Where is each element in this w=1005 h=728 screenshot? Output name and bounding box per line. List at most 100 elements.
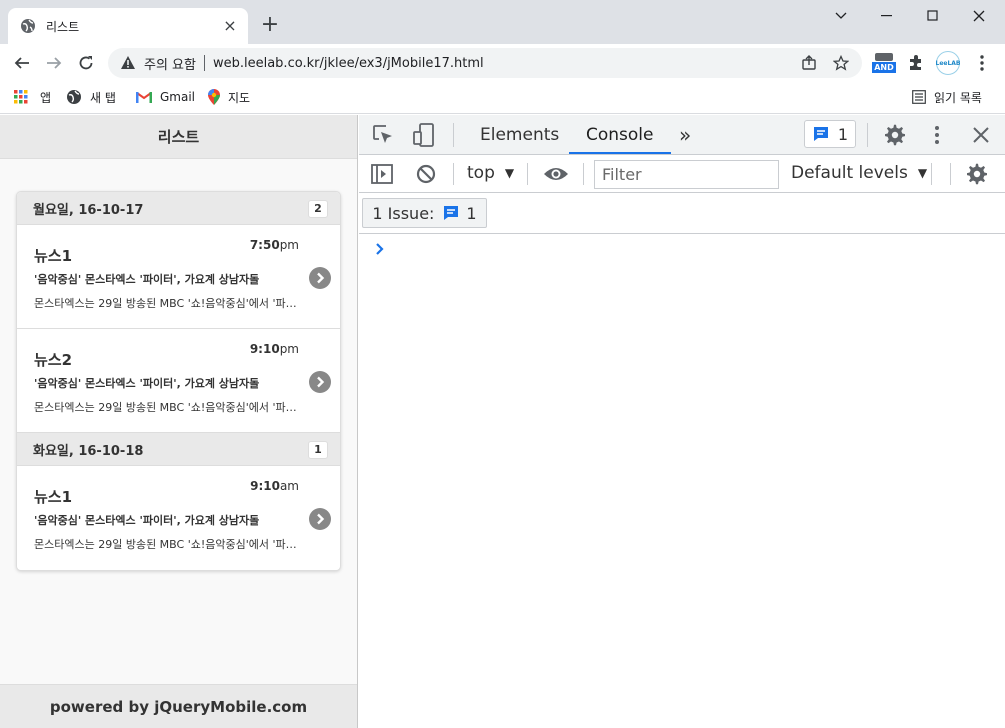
- url-text[interactable]: web.leelab.co.kr/jklee/ex3/jMobile17.htm…: [213, 56, 786, 71]
- issues-count: 1: [466, 203, 477, 223]
- issues-button[interactable]: 1 Issue: 1: [362, 198, 487, 228]
- item-time: 9:10am: [250, 479, 299, 493]
- devtools-tabbar: Elements Console » 1: [359, 115, 1005, 155]
- mobile-page: 리스트 월요일, 16-10-17 2 뉴스1 7:50pm '음악중심' 몬스…: [0, 115, 358, 728]
- globe-icon: [67, 90, 81, 104]
- clear-console-icon[interactable]: [415, 163, 437, 185]
- share-icon[interactable]: [800, 54, 818, 72]
- tab-elements[interactable]: Elements: [480, 115, 559, 154]
- warning-triangle-icon[interactable]: [120, 55, 136, 71]
- leelab-extension-button[interactable]: LeeLAB: [935, 51, 961, 75]
- page-header: 리스트: [0, 115, 357, 159]
- back-button[interactable]: [12, 53, 32, 73]
- forward-button[interactable]: [44, 53, 64, 73]
- toolbar-divider: [950, 163, 951, 185]
- tab-title: 리스트: [46, 19, 80, 34]
- bookmark-gmail[interactable]: Gmail: [136, 87, 195, 107]
- tab-console[interactable]: Console: [569, 115, 670, 154]
- minimize-menu-chevron-icon[interactable]: [818, 0, 864, 32]
- list-divider: 월요일, 16-10-17 2: [17, 192, 340, 225]
- browser-tab[interactable]: 리스트 ×: [8, 8, 248, 44]
- message-icon: [444, 206, 459, 220]
- console-toolbar: top ▼ Default levels ▼: [359, 155, 1005, 193]
- toolbar-divider: [583, 163, 584, 185]
- leelab-logo: LeeLAB: [936, 51, 961, 75]
- item-description: 몬스타엑스는 29일 방송된 MBC '쇼!음악중심'에서 '파이터'를 열창했…: [34, 538, 304, 551]
- bookmark-new-tab[interactable]: 새 탭: [66, 87, 116, 107]
- issues-counter-button[interactable]: 1: [804, 120, 856, 148]
- item-time: 7:50pm: [249, 238, 299, 252]
- item-headline: '음악중심' 몬스타엑스 '파이터', 가요계 상남자돌: [34, 514, 260, 527]
- log-levels-dropdown[interactable]: Default levels ▼: [791, 163, 927, 183]
- bookmark-maps[interactable]: 지도: [208, 87, 250, 107]
- levels-label: Default levels: [791, 163, 908, 183]
- bookmark-apps[interactable]: 앱: [14, 87, 51, 107]
- maximize-button[interactable]: [910, 0, 956, 32]
- context-label: top: [467, 163, 495, 183]
- new-tab-button[interactable]: +: [259, 14, 281, 36]
- page-footer: powered by jQueryMobile.com: [0, 684, 357, 728]
- footer-text: powered by jQueryMobile.com: [49, 697, 308, 716]
- puzzle-icon: [910, 55, 921, 70]
- list-item[interactable]: 뉴스1 7:50pm '음악중심' 몬스타엑스 '파이터', 가요계 상남자돌 …: [17, 225, 340, 329]
- item-title: 뉴스1: [34, 247, 73, 265]
- message-icon: [813, 127, 828, 141]
- divider-label: 화요일, 16-10-18: [33, 443, 144, 459]
- toolbar-divider: [931, 163, 932, 185]
- context-selector[interactable]: top ▼: [467, 163, 514, 183]
- reading-list-label: 읽기 목록: [934, 90, 982, 105]
- devtools-menu-icon[interactable]: [929, 123, 945, 147]
- listview: 월요일, 16-10-17 2 뉴스1 7:50pm '음악중심' 몬스타엑스 …: [16, 191, 341, 571]
- reading-list-icon: [912, 90, 926, 104]
- reading-list-button[interactable]: 읽기 목록: [912, 87, 982, 107]
- toolbar-divider: [867, 123, 868, 147]
- extension-and-label: AND: [874, 63, 894, 72]
- close-window-button[interactable]: [956, 0, 1002, 32]
- live-expression-eye-icon[interactable]: [543, 163, 569, 185]
- issues-bar: 1 Issue: 1: [359, 193, 1005, 234]
- list-item[interactable]: 뉴스2 9:10pm '음악중심' 몬스타엑스 '파이터', 가요계 상남자돌 …: [17, 329, 340, 433]
- arrow-right-icon: [309, 371, 331, 393]
- extensions-puzzle-button[interactable]: [906, 52, 926, 74]
- bookmark-label: 지도: [228, 90, 251, 105]
- list-divider: 화요일, 16-10-18 1: [17, 433, 340, 466]
- toolbar-divider: [453, 123, 454, 147]
- globe-icon: [21, 19, 35, 33]
- browser-menu-button[interactable]: [972, 52, 992, 74]
- reload-button[interactable]: [76, 53, 96, 73]
- gmail-icon: [136, 92, 152, 103]
- show-sidebar-icon[interactable]: [370, 163, 394, 185]
- console-prompt-chevron-icon[interactable]: [373, 241, 389, 257]
- extension-and-button[interactable]: AND: [871, 52, 897, 74]
- item-time: 9:10pm: [249, 342, 299, 356]
- security-status[interactable]: 주의 요함: [144, 54, 196, 73]
- address-bar[interactable]: 주의 요함 web.leelab.co.kr/jklee/ex3/jMobile…: [108, 48, 862, 78]
- item-description: 몬스타엑스는 29일 방송된 MBC '쇼!음악중심'에서 '파이터'를 열창했…: [34, 401, 304, 414]
- item-title: 뉴스1: [34, 488, 73, 506]
- device-toolbar-icon[interactable]: [411, 122, 437, 148]
- forward-arrow-icon: [47, 57, 62, 69]
- filter-input[interactable]: [594, 160, 779, 189]
- issues-counter-label: 1: [837, 124, 849, 144]
- item-title: 뉴스2: [34, 351, 73, 369]
- caret-down-icon: ▼: [917, 166, 928, 180]
- bookmark-label: Gmail: [160, 90, 196, 104]
- console-settings-gear-icon[interactable]: [965, 162, 989, 186]
- list-item[interactable]: 뉴스1 9:10am '음악중심' 몬스타엑스 '파이터', 가요계 상남자돌 …: [17, 466, 340, 570]
- settings-gear-icon[interactable]: [883, 123, 907, 147]
- toolbar-divider: [527, 163, 528, 185]
- more-tabs-chevron-icon[interactable]: »: [679, 115, 691, 154]
- omnibox-divider: [203, 55, 205, 71]
- tab-close-icon[interactable]: ×: [222, 18, 238, 34]
- browser-toolbar: 주의 요함 web.leelab.co.kr/jklee/ex3/jMobile…: [0, 44, 1005, 82]
- minimize-button[interactable]: [864, 0, 910, 32]
- apps-grid-icon: [14, 90, 28, 104]
- bookmark-star-icon[interactable]: [832, 54, 850, 72]
- bookmarks-bar: 앱 새 탭 Gmail 지도 읽기 목록: [0, 82, 1005, 114]
- bookmark-label: 새 탭: [90, 90, 116, 105]
- kebab-menu-icon: [980, 55, 984, 71]
- back-arrow-icon: [14, 57, 29, 69]
- arrow-right-icon: [309, 508, 331, 530]
- close-devtools-icon[interactable]: [971, 125, 991, 145]
- inspect-element-icon[interactable]: [371, 124, 395, 146]
